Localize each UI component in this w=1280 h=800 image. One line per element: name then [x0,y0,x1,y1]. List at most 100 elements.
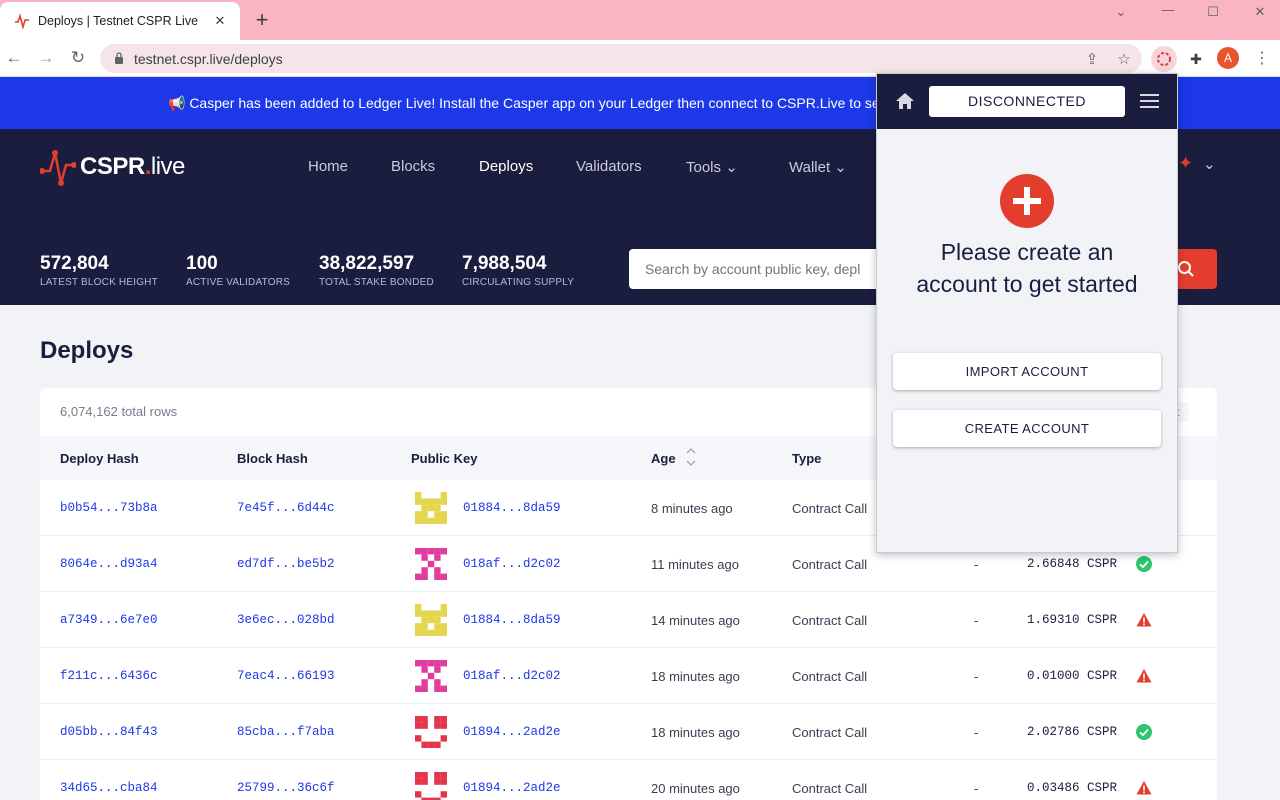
profile-avatar[interactable]: A [1217,47,1239,69]
tab-close-icon[interactable]: ✕ [212,13,228,29]
nav-validators[interactable]: Validators [576,158,642,175]
block-hash-link[interactable]: 7e45f...6d44c [237,501,335,515]
maximize-icon[interactable]: ☐ [1203,4,1223,20]
age-text: 18 minutes ago [651,669,740,684]
account-identicon-icon [415,492,447,524]
amount-text: 0.03486 CSPR [1027,781,1118,795]
announcement-text: 📢 Casper has been added to Ledger Live! … [168,95,895,111]
public-key-link[interactable]: 01894...2ad2e [463,725,561,739]
address-bar[interactable]: testnet.cspr.live/deploys ⇪ ☆ [100,44,1142,73]
account-identicon-icon [415,548,447,580]
cspr-live-logo[interactable]: CSPR.live [40,145,185,189]
popup-header: DISCONNECTED [877,74,1177,129]
account-identicon-icon [415,772,447,800]
amount-text: 2.66848 CSPR [1027,557,1118,571]
cspr-favicon-icon [15,13,29,29]
logo-text: CSPR.live [80,153,185,180]
hamburger-menu-icon[interactable] [1140,94,1159,108]
bookmark-star-icon[interactable]: ☆ [1115,50,1133,68]
sort-icon[interactable] [686,445,696,469]
minimize-icon[interactable]: — [1158,2,1178,17]
create-account-button[interactable]: CREATE ACCOUNT [893,410,1161,447]
browser-menu-icon[interactable]: ⋮ [1254,48,1270,68]
deploy-hash-link[interactable]: b0b54...73b8a [60,501,158,515]
age-text: 14 minutes ago [651,613,740,628]
nav-deploys[interactable]: Deploys [479,158,533,175]
age-text: 20 minutes ago [651,781,740,796]
browser-tab-bar: Deploys | Testnet CSPR Live ✕ + ⌄ — ☐ ✕ [0,0,1280,40]
casper-signer-icon [1157,52,1171,66]
table-row[interactable]: 34d65...cba84 25799...36c6f 01894...2ad2e 2… [40,760,1217,800]
success-check-icon [1136,556,1152,572]
amount-text: 0.01000 CSPR [1027,669,1118,683]
page-title: Deploys [40,337,134,364]
create-account-message: Please create an account to get started [916,239,1138,297]
minimize-window-icon[interactable]: ⌄ [1111,4,1131,20]
deploy-hash-link[interactable]: f211c...6436c [60,669,158,683]
tab-title: Deploys | Testnet CSPR Live [38,14,199,28]
search-input[interactable] [629,249,889,289]
amount-text: 1.69310 CSPR [1027,613,1118,627]
network-chevron-down-icon[interactable]: ⌄ [1203,155,1216,173]
stat-block-height: 572,804 LATEST BLOCK HEIGHT [40,253,158,288]
forward-arrow-icon[interactable]: → [36,48,56,68]
close-window-icon[interactable]: ✕ [1250,4,1270,20]
dash-text: - [974,781,979,796]
account-identicon-icon [415,604,447,636]
public-key-link[interactable]: 01884...8da59 [463,613,561,627]
public-key-link[interactable]: 018af...d2c02 [463,669,561,683]
type-text: Contract Call [792,557,868,572]
stat-circulating-supply: 7,988,504 CIRCULATING SUPPLY [462,253,575,288]
url-text: testnet.cspr.live/deploys [134,51,283,67]
nav-tools[interactable]: Tools ⌄ [686,158,738,176]
public-key-link[interactable]: 01884...8da59 [463,501,561,515]
lock-icon [115,52,123,64]
dash-text: - [974,725,979,740]
share-icon[interactable]: ⇪ [1083,50,1101,68]
browser-tab-deploys[interactable]: Deploys | Testnet CSPR Live ✕ [0,2,240,40]
type-text: Contract Call [792,613,868,628]
block-hash-link[interactable]: 25799...36c6f [237,781,335,795]
deploy-hash-link[interactable]: d05bb...84f43 [60,725,158,739]
deploy-hash-link[interactable]: 34d65...cba84 [60,781,158,795]
error-warning-icon [1136,613,1152,627]
table-row[interactable]: f211c...6436c 7eac4...66193 018af...d2c02 1… [40,648,1217,704]
casper-signer-extension-button[interactable] [1151,46,1177,72]
block-hash-link[interactable]: 3e6ec...028bd [237,613,335,627]
extensions-puzzle-icon[interactable]: ✚ [1183,46,1209,72]
total-rows-count: 6,074,162 total rows [60,404,178,419]
age-text: 18 minutes ago [651,725,740,740]
back-arrow-icon[interactable]: ← [4,48,24,68]
block-hash-link[interactable]: 85cba...f7aba [237,725,335,739]
stat-total-stake: 38,822,597 TOTAL STAKE BONDED [319,253,434,288]
block-hash-link[interactable]: 7eac4...66193 [237,669,335,683]
amount-text: 2.02786 CSPR [1027,725,1118,739]
column-public-key: Public Key [411,451,478,466]
column-age[interactable]: Age [651,451,676,466]
table-row[interactable]: a7349...6e7e0 3e6ec...028bd 01884...8da59 1… [40,592,1217,648]
age-text: 8 minutes ago [651,501,733,516]
reload-icon[interactable]: ↻ [68,48,88,68]
connection-status-button[interactable]: DISCONNECTED [929,86,1125,117]
column-deploy-hash: Deploy Hash [60,451,139,466]
block-hash-link[interactable]: ed7df...be5b2 [237,557,335,571]
nav-blocks[interactable]: Blocks [391,158,435,175]
new-tab-button[interactable]: + [252,9,272,31]
type-text: Contract Call [792,781,868,796]
import-account-button[interactable]: IMPORT ACCOUNT [893,353,1161,390]
nav-home[interactable]: Home [308,158,348,175]
cspr-logo-icon [40,150,76,186]
chevron-down-icon: ⌄ [725,159,738,176]
public-key-link[interactable]: 018af...d2c02 [463,557,561,571]
home-icon[interactable] [895,92,915,110]
deploy-hash-link[interactable]: a7349...6e7e0 [60,613,158,627]
network-logo-icon[interactable]: ✦ [1178,153,1193,174]
dash-text: - [974,669,979,684]
deploy-hash-link[interactable]: 8064e...d93a4 [60,557,158,571]
stat-active-validators: 100 ACTIVE VALIDATORS [186,253,290,288]
column-block-hash: Block Hash [237,451,308,466]
table-row[interactable]: d05bb...84f43 85cba...f7aba 01894...2ad2e 1… [40,704,1217,760]
nav-wallet[interactable]: Wallet ⌄ [789,158,847,176]
search-icon [1178,261,1194,277]
public-key-link[interactable]: 01894...2ad2e [463,781,561,795]
